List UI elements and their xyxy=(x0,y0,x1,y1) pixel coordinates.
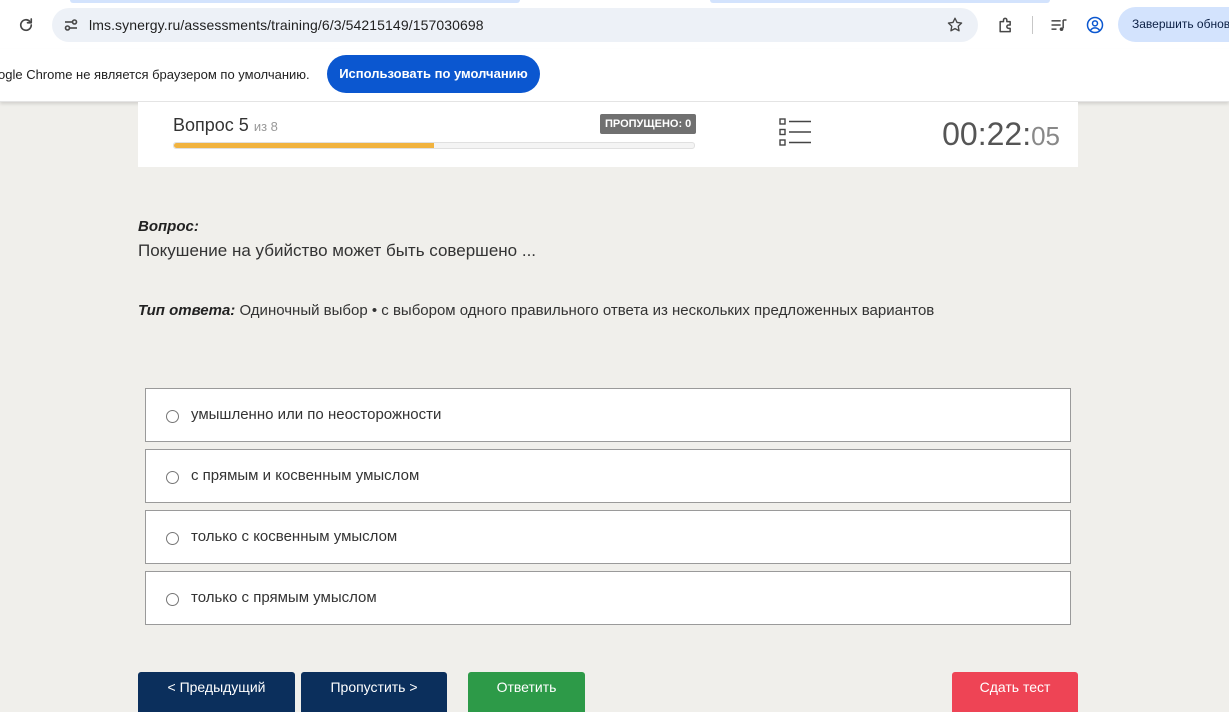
radio-button[interactable] xyxy=(166,471,179,484)
timer-main: 00:22: xyxy=(942,116,1032,152)
reload-icon[interactable] xyxy=(14,13,38,37)
question-text: Покушение на убийство может быть соверше… xyxy=(138,241,537,260)
question-number: Вопрос 5 xyxy=(173,115,249,135)
set-default-button[interactable]: Использовать по умолчанию xyxy=(327,55,540,93)
answer-type: Тип ответа: Одиночный выбор • с выбором … xyxy=(138,302,934,319)
infobar-message: ogle Chrome не является браузером по умо… xyxy=(0,67,310,82)
radio-button[interactable] xyxy=(166,410,179,423)
answer-option-label: только с косвенным умыслом xyxy=(191,528,398,545)
toolbar-separator xyxy=(1032,16,1033,34)
test-header: Вопрос 5 из 8 ПРОПУЩЕНО: 0 00:22:05 xyxy=(138,102,1078,167)
question-counter: Вопрос 5 из 8 xyxy=(173,115,278,136)
tab-strip-edge xyxy=(70,0,520,3)
radio-button[interactable] xyxy=(166,532,179,545)
answer-option-label: только с прямым умыслом xyxy=(191,589,377,606)
answer-option[interactable]: только с косвенным умыслом xyxy=(145,510,1071,564)
question-list-icon[interactable] xyxy=(779,117,813,147)
question-heading: Вопрос: xyxy=(138,218,199,235)
address-bar[interactable]: lms.synergy.ru/assessments/training/6/3/… xyxy=(52,8,978,42)
timer-seconds: 05 xyxy=(1031,121,1060,151)
browser-toolbar: lms.synergy.ru/assessments/training/6/3/… xyxy=(0,0,1229,49)
default-browser-infobar: ogle Chrome не является браузером по умо… xyxy=(0,49,1229,102)
previous-button[interactable]: < Предыдущий xyxy=(138,672,295,712)
answer-option[interactable]: умышленно или по неосторожности xyxy=(145,388,1071,442)
radio-button[interactable] xyxy=(166,593,179,606)
url-text[interactable]: lms.synergy.ru/assessments/training/6/3/… xyxy=(89,17,484,33)
profile-icon[interactable] xyxy=(1083,13,1107,37)
finish-update-button[interactable]: Завершить обновление xyxy=(1118,7,1229,42)
media-icon[interactable] xyxy=(1047,13,1071,37)
timer: 00:22:05 xyxy=(942,116,1060,153)
answer-option[interactable]: с прямым и косвенным умыслом xyxy=(145,449,1071,503)
progress-bar xyxy=(173,142,695,149)
tab-strip-edge xyxy=(710,0,1050,3)
star-icon[interactable] xyxy=(944,14,966,36)
question-total: из 8 xyxy=(253,119,278,134)
finish-test-button[interactable]: Сдать тест xyxy=(952,672,1078,712)
skipped-badge: ПРОПУЩЕНО: 0 xyxy=(600,114,697,134)
answer-type-value: Одиночный выбор • с выбором одного прави… xyxy=(239,302,935,319)
answer-button[interactable]: Ответить xyxy=(468,672,585,712)
answer-option-label: умышленно или по неосторожности xyxy=(191,406,442,423)
answer-type-label: Тип ответа: xyxy=(138,302,236,319)
progress-fill xyxy=(174,143,434,148)
extensions-icon[interactable] xyxy=(994,13,1018,37)
answer-option-label: с прямым и косвенным умыслом xyxy=(191,467,420,484)
answer-option[interactable]: только с прямым умыслом xyxy=(145,571,1071,625)
site-info-icon[interactable] xyxy=(60,14,82,36)
skip-button[interactable]: Пропустить > xyxy=(301,672,447,712)
